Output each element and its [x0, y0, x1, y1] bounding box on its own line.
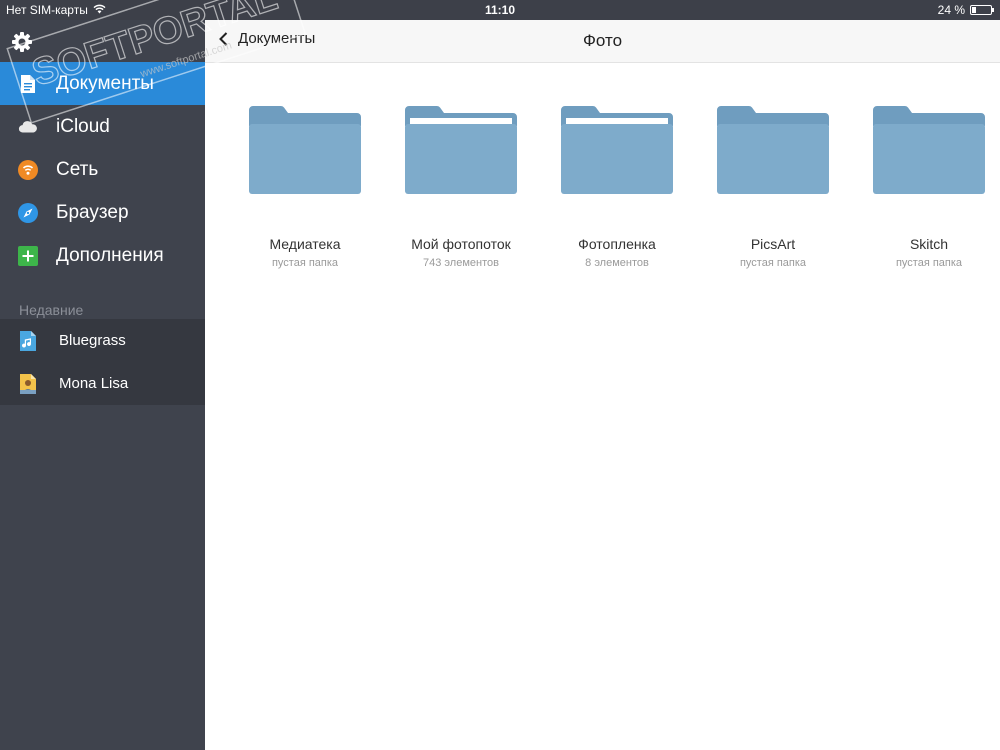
navigation-bar: Документы Фото — [205, 20, 1000, 63]
recent-item-mona-lisa[interactable]: Mona Lisa — [0, 362, 205, 405]
folder-item[interactable]: Мой фотопоток 743 элементов — [383, 104, 539, 269]
folder-name: PicsArt — [750, 236, 796, 252]
folder-icon — [405, 106, 517, 194]
folder-grid: Медиатека пустая папка Мой фотопоток 743… — [227, 104, 1000, 269]
folder-icon — [873, 106, 985, 194]
folder-name: Skitch — [909, 236, 949, 252]
document-icon — [18, 74, 38, 94]
image-file-icon — [19, 373, 39, 395]
sidebar-item-label: Сеть — [56, 158, 99, 180]
music-file-icon — [19, 330, 39, 352]
battery-icon — [970, 5, 994, 15]
folder-subtitle: пустая папка — [739, 257, 807, 269]
sidebar-item-label: Дополнения — [56, 244, 164, 266]
recent-item-label: Bluegrass — [59, 332, 126, 349]
sidebar-item-documents[interactable]: Документы — [0, 62, 205, 105]
sidebar-nav: Документы iCloud Сеть Браузер Дополнения — [0, 62, 205, 277]
folder-item[interactable]: PicsArt пустая папка — [695, 104, 851, 269]
folder-name: Фотопленка — [578, 236, 656, 252]
gear-icon — [12, 32, 32, 52]
folder-icon — [717, 106, 829, 194]
folder-item[interactable]: Skitch пустая папка — [851, 104, 1000, 269]
recent-section-title: Недавние — [19, 302, 84, 318]
sidebar-item-addons[interactable]: Дополнения — [0, 234, 205, 277]
sidebar-item-label: iCloud — [56, 115, 110, 137]
folder-name: Мой фотопоток — [411, 236, 511, 252]
folder-subtitle: 8 элементов — [585, 257, 649, 269]
settings-button[interactable] — [10, 30, 34, 54]
folder-icon — [249, 106, 361, 194]
recent-item-label: Mona Lisa — [59, 375, 129, 392]
folder-subtitle: пустая папка — [271, 257, 339, 269]
folder-item[interactable]: Фотопленка 8 элементов — [539, 104, 695, 269]
wifi-network-icon — [18, 159, 38, 180]
battery-fill — [972, 7, 976, 13]
battery-percent: 24 % — [937, 3, 965, 17]
folder-name: Медиатека — [269, 236, 341, 252]
sidebar-item-label: Браузер — [56, 201, 129, 223]
sidebar: Документы iCloud Сеть Браузер Дополнения — [0, 20, 205, 750]
sidebar-item-browser[interactable]: Браузер — [0, 191, 205, 234]
folder-subtitle: пустая папка — [895, 257, 963, 269]
sidebar-item-icloud[interactable]: iCloud — [0, 105, 205, 148]
main-content: Документы Фото Медиатека пустая папка Мо… — [205, 20, 1000, 750]
folder-icon — [561, 106, 673, 194]
plus-icon — [18, 245, 38, 266]
page-title: Фото — [582, 31, 623, 50]
sidebar-item-label: Документы — [56, 72, 154, 94]
status-time: 11:10 — [484, 3, 516, 17]
cloud-icon — [18, 117, 38, 137]
status-right: 24 % — [937, 3, 994, 17]
recent-list: Bluegrass Mona Lisa — [0, 319, 205, 405]
status-bar: Нет SIM-карты 11:10 24 % — [0, 0, 1000, 20]
compass-icon — [18, 202, 38, 223]
folder-item[interactable]: Медиатека пустая папка — [227, 104, 383, 269]
folder-subtitle: 743 элементов — [423, 257, 499, 269]
sidebar-item-network[interactable]: Сеть — [0, 148, 205, 191]
recent-item-bluegrass[interactable]: Bluegrass — [0, 319, 205, 362]
